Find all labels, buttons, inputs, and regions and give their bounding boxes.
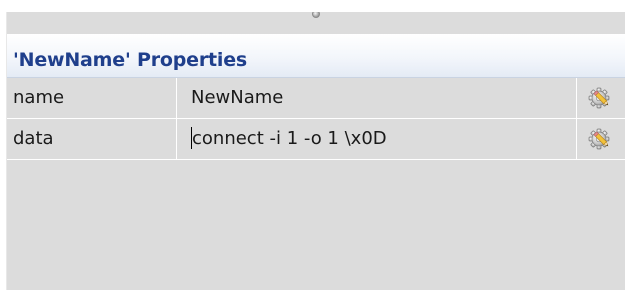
- edit-property-button[interactable]: [577, 119, 625, 159]
- properties-title-bar: 'NewName' Properties: [7, 34, 625, 78]
- text-caret: [191, 127, 192, 149]
- edit-property-button[interactable]: [577, 78, 625, 118]
- property-row-name: name NewName: [7, 78, 625, 119]
- property-name-cell: name: [7, 78, 177, 118]
- property-value-text: connect -i 1 -o 1 \x0D: [192, 128, 387, 149]
- property-grid: name NewName data connect -i 1 -o 1 \x0D: [7, 78, 625, 160]
- properties-panel: 'NewName' Properties name NewName data c…: [6, 12, 625, 290]
- gear-pencil-icon: [588, 128, 610, 150]
- property-name-cell: data: [7, 119, 177, 159]
- property-value-input[interactable]: connect -i 1 -o 1 \x0D: [177, 119, 577, 159]
- panel-title: 'NewName' Properties: [13, 49, 247, 71]
- resize-grip-handle[interactable]: [312, 12, 320, 18]
- gear-pencil-icon: [588, 87, 610, 109]
- property-value-text: NewName: [191, 87, 284, 108]
- property-row-data: data connect -i 1 -o 1 \x0D: [7, 119, 625, 160]
- property-value-field[interactable]: NewName: [177, 78, 577, 118]
